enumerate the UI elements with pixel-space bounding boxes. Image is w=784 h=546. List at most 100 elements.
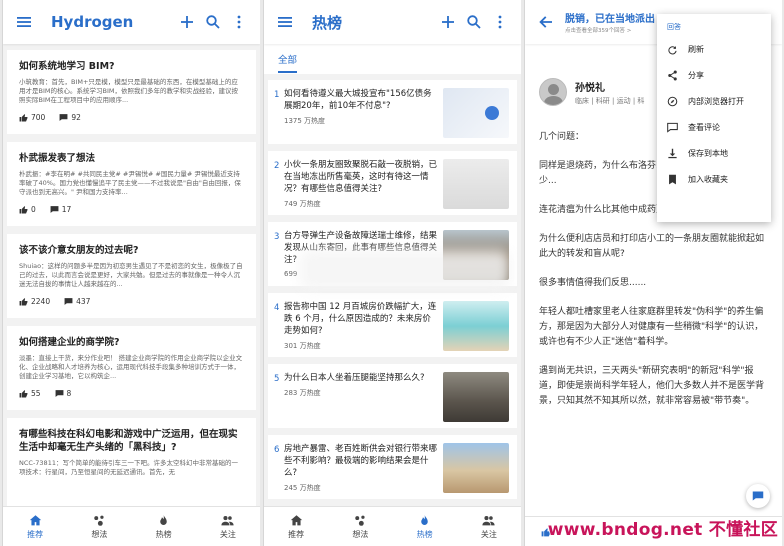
hot-item[interactable]: 1 如何看待遵义最大城投宣布"156亿债务展期20年，前10年不付息"? 1375… [268,80,517,144]
card-excerpt: Shuiao：这样的问题多半是因为初恋男生遇见了不是初恋的女生，极像极了自己的过… [19,262,243,288]
hot-item[interactable]: 4 报告称中国 12 月百城房价跌幅扩大，连跌 6 个月，什么原因造成的？未来房… [268,293,517,357]
people-icon [221,515,234,525]
author-description: 临床 | 科研 | 运动 | 科 [575,96,645,105]
people-icon [482,515,495,525]
bottom-nav: 推荐 想法 热榜 关注 [3,506,260,546]
thumbnail-image [443,88,509,138]
add-icon[interactable] [174,9,200,35]
refresh-icon [668,45,677,54]
comment-icon[interactable] [59,113,68,122]
card-excerpt: 小筑教育：首先，BIM+只是模，模型只是最基础的东西，在模型基础上的应用才是BI… [19,78,238,104]
thumb-up-icon[interactable] [19,297,28,306]
menu-item-label: 刷新 [688,44,704,54]
download-icon [668,148,677,158]
menu-item-open-browser[interactable]: 内部浏览器打开 [657,88,771,114]
rank-number: 3 [274,232,280,242]
flame-icon [160,514,167,525]
like-count: 2240 [31,297,51,306]
hot-item[interactable]: 2 小伙一条朋友圈致聚脱石敲一夜脱销，已在当地冻出所售毫英，这时有待这一情况？有… [268,151,517,215]
menu-icon[interactable] [11,9,37,35]
feed-card[interactable]: 如何搭建企业的商学院? 淡墨：直接上干货，来分作业吧！ 搭建企业商学院的作用企业… [7,326,256,410]
hot-heat: 283 万热度 [284,389,321,397]
comment-icon[interactable] [64,297,73,306]
thumbnail-image [443,372,509,422]
app-bar: 热榜 [264,0,521,44]
menu-icon[interactable] [272,9,298,35]
like-count: 55 [31,389,41,398]
comment-count: 8 [66,389,72,398]
bookmark-icon [669,174,676,184]
more-icon[interactable] [487,9,513,35]
home-icon [290,514,302,525]
menu-item-comments[interactable]: 查看评论 [657,114,771,140]
more-icon[interactable] [226,9,252,35]
answer-paragraph: 为什么便利店店员和打印店小工的一条朋友圈就能掀起如此大的转发和盲从呢? [539,234,765,259]
avatar[interactable] [539,78,567,106]
watermark: www.bndog.net 不懂社区 [547,520,778,540]
blur-overlay [300,250,510,290]
like-count: 700 [31,113,46,122]
menu-item-label: 查看评论 [688,122,720,132]
hot-list: 1 如何看待遵义最大城投宣布"156亿债务展期20年，前10年不付息"? 1375… [264,80,521,506]
nav-hot[interactable]: 热榜 [393,507,457,546]
hot-item[interactable]: 6 房地产暴雷、老百姓断供会对银行带来哪些不利影响？最极端的影响结果会是什么? 2… [268,435,517,499]
comment-icon[interactable] [50,205,59,214]
screen-answer: 脱销，已在当地派出 点击查看全部359个回答 > 孙悦礼 临床 | 科研 | 运… [524,0,782,546]
nav-follow[interactable]: 关注 [457,507,521,546]
hot-item[interactable]: 5 为什么日本人坐着压腿能坚持那么久? 283 万热度 [268,364,517,428]
menu-item-label: 内部浏览器打开 [688,96,744,106]
thumb-up-icon[interactable] [19,389,28,398]
nav-recommend[interactable]: 推荐 [264,507,328,546]
nav-ideas[interactable]: 想法 [328,507,392,546]
comment-icon [667,122,678,133]
comment-fab[interactable] [746,484,770,508]
answer-paragraph: 年轻人都吐槽家里老人往家庭群里转发"伪科学"的养生偏方，那是因为大部分人对健康有… [539,307,764,347]
nav-follow[interactable]: 关注 [196,507,260,546]
ideas-icon [355,515,365,526]
feed-card[interactable]: 该不该介意女朋友的过去呢? Shuiao：这样的问题多半是因为初恋男生遇见了不是… [7,234,256,318]
card-title: 如何搭建企业的商学院? [19,337,120,348]
add-icon[interactable] [435,9,461,35]
hot-title: 如何看待遵义最大城投宣布"156亿债务展期20年，前10年不付息"? [284,89,432,111]
rank-number: 2 [274,161,280,171]
menu-item-refresh[interactable]: 刷新 [657,36,771,62]
feed-list: 如何系统地学习 BIM? 小筑教育：首先，BIM+只是模，模型只是最基础的东西，… [3,50,260,506]
rank-number: 6 [274,445,280,455]
home-icon [29,514,41,525]
hot-title: 小伙一条朋友圈致聚脱石敲一夜脱销，已在当地冻出所售毫英，这时有待这一情况？有哪些… [284,160,438,194]
menu-item-share[interactable]: 分享 [657,62,771,88]
flame-icon [421,514,428,525]
nav-label: 热榜 [416,529,433,539]
card-title: 该不该介意女朋友的过去呢? [19,245,139,256]
hot-heat: 1375 万热度 [284,117,326,125]
back-arrow-icon[interactable] [533,9,559,35]
thumb-up-icon[interactable] [19,205,28,214]
comment-count: 17 [61,205,72,214]
menu-header: 回答 [667,23,681,31]
menu-item-save-local[interactable]: 保存到本地 [657,140,771,166]
feed-card[interactable]: 有哪些科技在科幻电影和游戏中广泛运用，但在现实生活中却毫无生产头绪的「黑科技」?… [7,418,256,506]
search-icon[interactable] [461,9,487,35]
feed-card[interactable]: 朴武振发表了想法 朴武振：#李在明# #共同民主党# #尹锡悦# #国民力量# … [7,142,256,226]
author-name: 孙悦礼 [575,82,605,94]
card-title: 有哪些科技在科幻电影和游戏中广泛运用，但在现实生活中却毫无生产头绪的「黑科技」? [19,429,238,453]
hot-title: 报告称中国 12 月百城房价跌幅扩大，连跌 6 个月，什么原因造成的？未来房价走… [284,302,437,336]
hot-title: 为什么日本人坐着压腿能坚持那么久? [284,373,425,383]
search-icon[interactable] [200,9,226,35]
nav-recommend[interactable]: 推荐 [3,507,67,546]
nav-label: 想法 [91,529,108,539]
hot-tabs: 全部 [264,44,521,74]
rank-number: 5 [274,374,280,384]
thumbnail-image [443,443,509,493]
thumb-up-icon[interactable] [19,113,28,122]
menu-item-add-favorite[interactable]: 加入收藏夹 [657,166,771,192]
share-icon [668,70,677,80]
nav-label: 热榜 [155,529,172,539]
nav-ideas[interactable]: 想法 [67,507,131,546]
feed-card[interactable]: 如何系统地学习 BIM? 小筑教育：首先，BIM+只是模，模型只是最基础的东西，… [7,50,256,134]
tab-all[interactable]: 全部 [278,44,298,73]
comment-icon[interactable] [55,389,64,398]
menu-item-label: 分享 [688,70,704,80]
bottom-nav: 推荐 想法 热榜 关注 [264,506,521,546]
nav-hot[interactable]: 热榜 [132,507,196,546]
